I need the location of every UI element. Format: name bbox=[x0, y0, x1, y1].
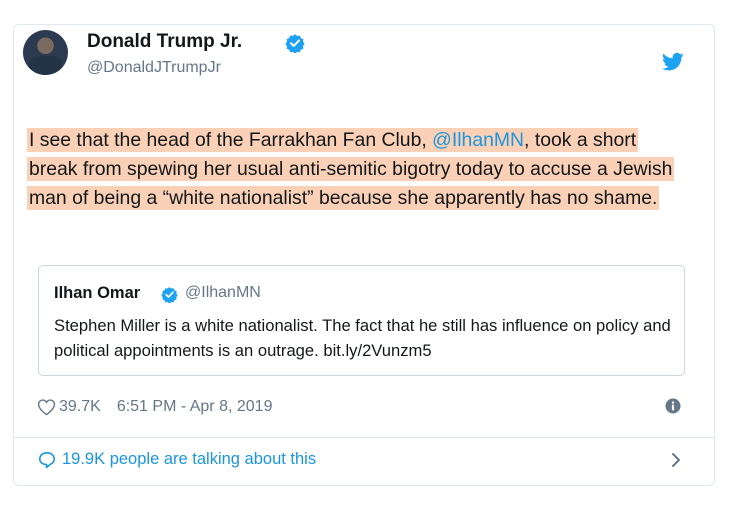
highlighted-text: I see that the head of the Farrakhan Fan… bbox=[27, 128, 675, 210]
quoted-tweet[interactable]: Ilhan Omar @IlhanMN Stephen Miller is a … bbox=[38, 265, 685, 376]
twitter-bird-icon[interactable] bbox=[662, 52, 684, 72]
speech-bubble-icon bbox=[38, 451, 56, 468]
talking-about-label[interactable]: 19.9K people are talking about this bbox=[62, 450, 316, 469]
verified-badge-icon bbox=[285, 34, 305, 53]
quoted-text: Stephen Miller is a white nationalist. T… bbox=[54, 316, 671, 360]
mention-link[interactable]: @IlhanMN bbox=[432, 129, 524, 151]
tweet-meta: 39.7K 6:51 PM - Apr 8, 2019 bbox=[37, 395, 272, 419]
quoted-author-name[interactable]: Ilhan Omar bbox=[54, 284, 140, 303]
divider bbox=[13, 437, 715, 438]
quoted-author-handle[interactable]: @IlhanMN bbox=[185, 284, 261, 302]
author-handle[interactable]: @DonaldJTrumpJr bbox=[87, 59, 221, 77]
info-icon[interactable] bbox=[665, 398, 681, 414]
tweet-text: I see that the head of the Farrakhan Fan… bbox=[27, 126, 687, 213]
timestamp[interactable]: 6:51 PM - Apr 8, 2019 bbox=[117, 398, 273, 416]
author-name[interactable]: Donald Trump Jr. bbox=[87, 31, 242, 53]
avatar[interactable] bbox=[23, 30, 68, 75]
heart-icon[interactable] bbox=[37, 398, 56, 416]
chevron-right-icon[interactable] bbox=[670, 452, 682, 468]
verified-badge-icon bbox=[161, 287, 178, 303]
conversation-link[interactable]: 19.9K people are talking about this bbox=[38, 450, 316, 469]
like-count[interactable]: 39.7K bbox=[59, 398, 101, 416]
tweet-text-part: I see that the head of the Farrakhan Fan… bbox=[29, 129, 433, 151]
